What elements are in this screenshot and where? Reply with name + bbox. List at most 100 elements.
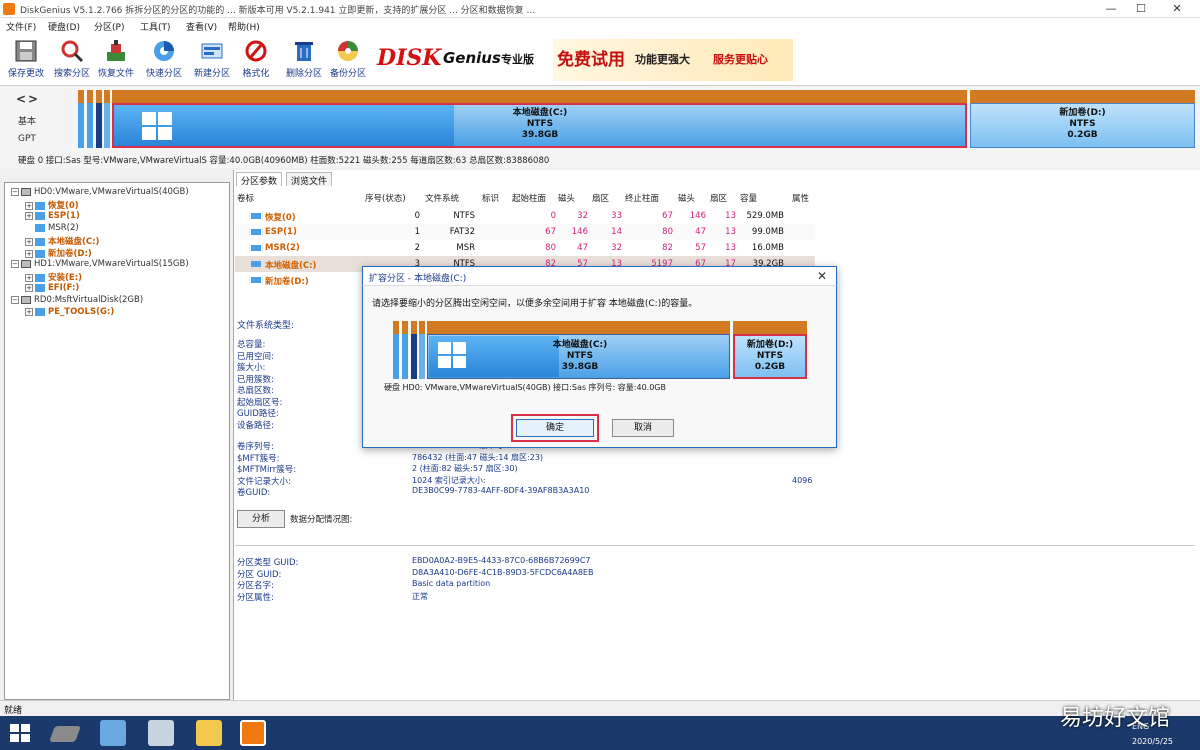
partition-d-label: 新加卷(D:) NTFS 0.2GB [1000, 108, 1165, 141]
detail-value: 2 (柱面:82 磁头:57 扇区:30) [412, 464, 518, 473]
tree-item[interactable]: + ESP(1) [25, 211, 80, 223]
maximize-button[interactable]: ☐ [1134, 2, 1148, 16]
column-header[interactable]: 扇区 [710, 192, 727, 204]
menu-disk[interactable]: 硬盘(D) [48, 20, 80, 33]
close-button[interactable]: ✕ [1170, 2, 1184, 16]
tray-date[interactable]: 2020/5/25 [1132, 737, 1173, 746]
tree-item[interactable]: + EFI(F:) [25, 283, 79, 295]
expand-toggle-icon[interactable]: + [25, 283, 33, 292]
dlg-windows-logo-icon [438, 342, 466, 368]
new-partition-button[interactable]: 新建分区 [192, 38, 232, 84]
promo-text-1: 免费试用 [557, 50, 625, 70]
menu-partition[interactable]: 分区(P) [94, 20, 124, 33]
column-header[interactable]: 卷标 [237, 192, 254, 204]
detail-label: GUID路径: [237, 409, 279, 419]
tree-item[interactable]: + 本地磁盘(C:) [25, 235, 99, 247]
tree-item-label: EFI(F:) [48, 283, 80, 293]
delete-partition-button[interactable]: 删除分区 [284, 38, 324, 84]
expand-toggle-icon[interactable]: − [11, 295, 19, 304]
tree-item[interactable]: + 新加卷(D:) [25, 247, 92, 259]
quick-partition-button[interactable]: 快速分区 [144, 38, 184, 84]
expand-toggle-icon[interactable]: − [11, 187, 19, 196]
start-icon[interactable] [10, 724, 30, 742]
column-header[interactable]: 磁头 [678, 192, 695, 204]
fs-type-title: 文件系统类型: [237, 321, 295, 331]
dlg-partition-d-label: 新加卷(D:) NTFS 0.2GB [735, 340, 805, 373]
search-icon [61, 40, 84, 63]
format-button[interactable]: 格式化 [236, 38, 276, 84]
menu-tools[interactable]: 工具(T) [140, 20, 171, 33]
tree-item[interactable]: − HD0:VMware,VMwareVirtualS(40GB) [11, 187, 189, 199]
expand-toggle-icon[interactable]: + [25, 273, 33, 282]
partition-bar-esp[interactable] [87, 90, 93, 148]
disk-prev-button[interactable]: < [16, 92, 26, 106]
table-cell: 0 [550, 211, 556, 221]
tree-item[interactable]: − RD0:MsftVirtualDisk(2GB) [11, 295, 143, 307]
expand-toggle-icon[interactable]: + [25, 307, 33, 316]
computer-icon[interactable] [100, 720, 126, 746]
table-cell: 0 [414, 211, 420, 221]
menu-file[interactable]: 文件(F) [6, 20, 36, 33]
disk-type-label: 基本 [18, 117, 37, 127]
partition-bar-msr[interactable] [96, 90, 102, 148]
tab-browse-files[interactable]: 浏览文件 [286, 172, 333, 187]
column-header[interactable]: 标识 [482, 192, 499, 204]
table-cell: 2 [414, 243, 420, 253]
expand-toggle-icon[interactable]: + [25, 249, 33, 258]
format-icon [245, 40, 267, 62]
column-header[interactable]: 文件系统 [425, 192, 459, 204]
minimize-button[interactable]: — [1104, 2, 1118, 16]
quick-partition-icon [154, 41, 174, 61]
guid-label: 分区名字: [237, 581, 274, 591]
column-header[interactable]: 序号(状态) [365, 192, 406, 204]
status-bar: 就绪 [0, 700, 1200, 716]
ok-button[interactable]: 确定 [516, 419, 594, 437]
column-header[interactable]: 起始柱面 [512, 192, 546, 204]
network-icon[interactable] [148, 720, 174, 746]
diskgenius-taskbar-icon[interactable] [240, 720, 266, 746]
disk-icon [21, 259, 31, 268]
expand-toggle-icon[interactable]: + [25, 211, 33, 220]
column-header[interactable]: 磁头 [558, 192, 575, 204]
partition-bar-gap[interactable] [104, 90, 110, 148]
brand-genius-text: Genius [443, 49, 501, 67]
table-cell: FAT32 [449, 227, 475, 237]
tree-item[interactable]: + PE_TOOLS(G:) [25, 307, 114, 319]
search-partition-button[interactable]: 搜索分区 [52, 38, 92, 84]
promo-banner[interactable]: DISK Genius 专业版 免费试用 功能更强大 服务更贴心 [373, 37, 793, 83]
save-changes-button[interactable]: 保存更改 [6, 38, 46, 84]
partition-icon [35, 211, 45, 220]
expand-toggle-icon[interactable]: + [25, 201, 33, 210]
column-header[interactable]: 属性 [792, 192, 809, 204]
column-header[interactable]: 容量 [740, 192, 757, 204]
column-header[interactable]: 扇区 [592, 192, 609, 204]
column-header[interactable]: 终止柱面 [625, 192, 659, 204]
tab-partition-params[interactable]: 分区参数 [236, 172, 283, 187]
tree-item[interactable]: + 安装(E:) [25, 271, 82, 283]
tree-item[interactable]: − HD1:VMware,VMwareVirtualS(15GB) [11, 259, 189, 271]
recover-files-button[interactable]: 恢复文件 [96, 38, 136, 84]
windows-logo-icon [142, 112, 172, 140]
disk-next-button[interactable]: > [28, 92, 38, 106]
table-cell: 80 [545, 243, 556, 253]
menu-view[interactable]: 查看(V) [186, 20, 217, 33]
dlg-partition-c-label: 本地磁盘(C:) NTFS 39.8GB [520, 340, 640, 373]
partition-c-label: 本地磁盘(C:) NTFS 39.8GB [440, 108, 640, 141]
tree-item[interactable]: MSR(2) [25, 223, 79, 235]
folder-icon[interactable] [196, 720, 222, 746]
expand-toggle-icon[interactable]: − [11, 259, 19, 268]
menu-help[interactable]: 帮助(H) [228, 20, 260, 33]
analyze-button[interactable]: 分析 [237, 510, 285, 528]
watermark: 易坊好文馆 [1060, 706, 1171, 731]
partition-icon [35, 283, 45, 292]
detail-label: 已用空间: [237, 351, 274, 362]
cancel-button[interactable]: 取消 [612, 419, 674, 437]
detail-label: 卷GUID: [237, 488, 271, 498]
expand-toggle-icon[interactable]: + [25, 237, 33, 246]
dialog-close-button[interactable]: ✕ [817, 269, 827, 283]
table-cell: 57 [695, 243, 706, 253]
partition-bar-recovery[interactable] [78, 90, 84, 148]
backup-partition-button[interactable]: 备份分区 [328, 38, 368, 84]
tree-item[interactable]: + 恢复(0) [25, 199, 79, 211]
table-cell: MSR [456, 243, 475, 253]
